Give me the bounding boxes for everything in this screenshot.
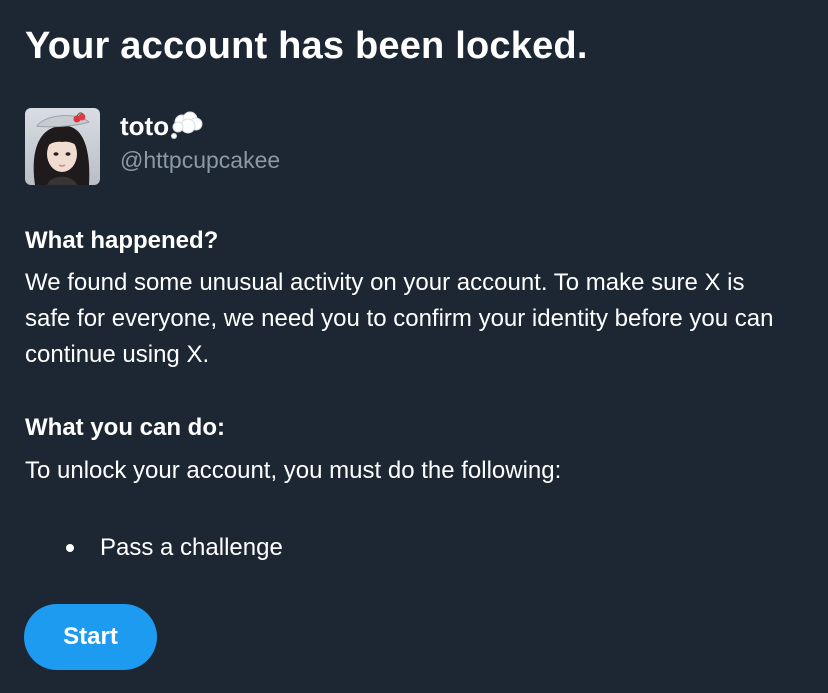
thought-balloon-icon: [170, 110, 204, 140]
start-button[interactable]: Start: [24, 604, 157, 670]
step-label: Pass a challenge: [100, 534, 283, 561]
avatar: [25, 108, 100, 185]
bullet-icon: [66, 544, 74, 552]
unlock-instructions-text: To unlock your account, you must do the …: [25, 457, 562, 484]
what-happened-heading: What happened?: [25, 227, 219, 254]
page-title: Your account has been locked.: [25, 25, 588, 67]
what-you-can-do-heading: What you can do:: [25, 414, 225, 441]
profile-card: toto @httpcupcakee: [25, 108, 785, 188]
what-happened-text: We found some unusual activity on your a…: [25, 269, 774, 368]
unlock-steps-list: Pass a challenge: [25, 530, 283, 566]
locked-account-page: Your account has been locked. toto @http…: [0, 0, 828, 693]
list-item: Pass a challenge: [25, 530, 283, 566]
display-name-row: toto: [120, 110, 204, 142]
display-name: toto: [120, 111, 170, 141]
user-handle: @httpcupcakee: [120, 147, 281, 173]
